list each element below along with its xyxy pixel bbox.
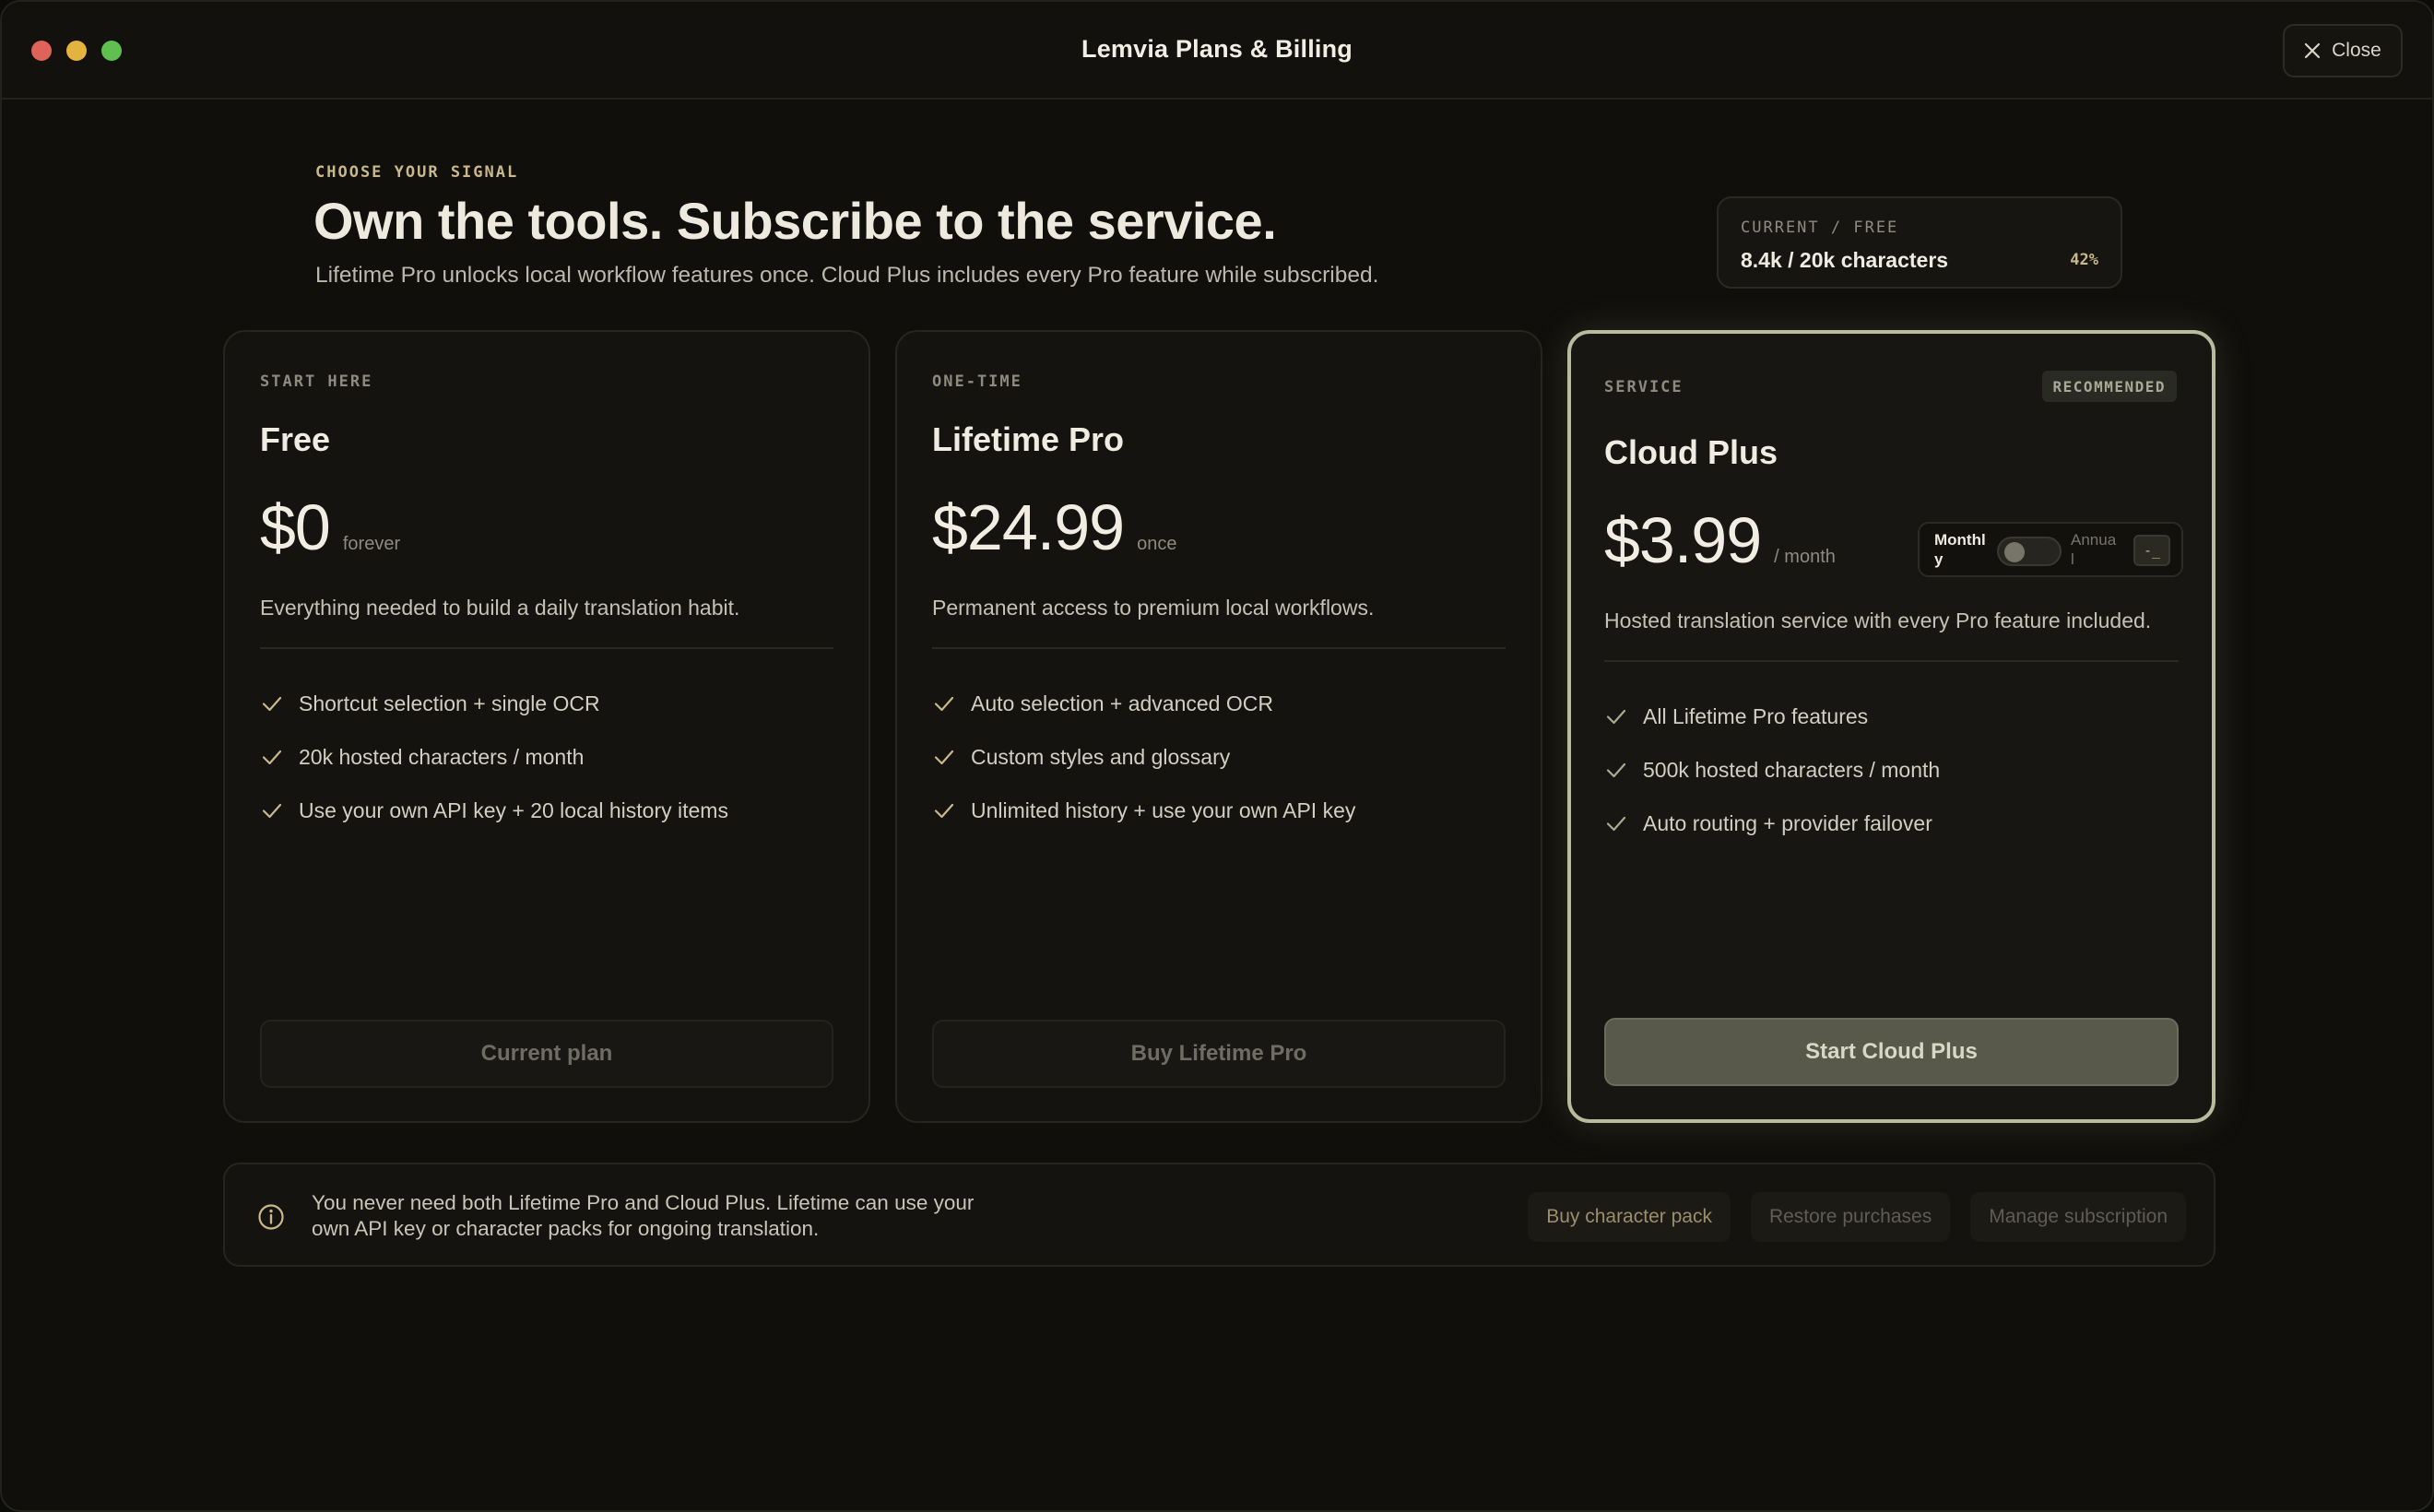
usage-percent: 42%	[2070, 251, 2098, 269]
toggle-label-monthly[interactable]: Monthly	[1934, 530, 1990, 569]
title-bar: Lemvia Plans & Billing Close	[2, 2, 2432, 100]
buy-lifetime-pro-button[interactable]: Buy Lifetime Pro	[932, 1020, 1506, 1088]
plan-period: once	[1137, 534, 1177, 554]
plan-eyebrow: SERVICE	[1604, 378, 1684, 396]
checkmark-icon	[1606, 709, 1626, 725]
checkmark-icon	[262, 803, 282, 819]
divider	[1604, 660, 2179, 662]
feature-label: All Lifetime Pro features	[1643, 703, 1869, 728]
plan-price: $3.99	[1604, 504, 1762, 576]
info-circle-icon	[258, 1204, 284, 1230]
billing-window: Lemvia Plans & Billing Close CHOOSE YOUR…	[0, 0, 2434, 1512]
feature-item: Auto routing + provider failover	[1604, 797, 1940, 850]
checkmark-icon	[934, 803, 954, 819]
plan-card-lifetime-pro: ONE-TIME Lifetime Pro $24.99 once Perman…	[895, 330, 1542, 1123]
restore-purchases-button[interactable]: Restore purchases	[1750, 1192, 1951, 1242]
footer-note-text: You never need both Lifetime Pro and Clo…	[312, 1191, 975, 1240]
checkmark-icon	[934, 696, 954, 712]
price-row: $0 forever	[260, 490, 400, 564]
plan-name: Lifetime Pro	[932, 420, 1125, 458]
toggle-label-annual[interactable]: Annual	[2071, 530, 2117, 569]
feature-item: Shortcut selection + single OCR	[260, 677, 728, 730]
plan-description: Permanent access to premium local workfl…	[932, 596, 1375, 620]
checkmark-icon	[1606, 762, 1626, 778]
price-row: $3.99 / month	[1604, 503, 1836, 577]
feature-item: Use your own API key + 20 local history …	[260, 784, 728, 837]
divider	[932, 647, 1506, 649]
recommended-badge: RECOMMENDED	[2041, 371, 2177, 402]
feature-label: 500k hosted characters / month	[1643, 757, 1941, 782]
plan-eyebrow: START HERE	[260, 372, 373, 391]
billing-toggle-switch[interactable]	[1997, 537, 2062, 566]
current-plan-button[interactable]: Current plan	[260, 1020, 833, 1088]
feature-list: Auto selection + advanced OCR Custom sty…	[932, 677, 1355, 837]
start-cloud-plus-button[interactable]: Start Cloud Plus	[1604, 1018, 2179, 1086]
plan-period: forever	[342, 534, 401, 554]
feature-label: Auto routing + provider failover	[1643, 810, 1932, 835]
close-button[interactable]: Close	[2283, 24, 2403, 77]
feature-list: All Lifetime Pro features 500k hosted ch…	[1604, 690, 1940, 850]
feature-item: Unlimited history + use your own API key	[932, 784, 1355, 837]
feature-item: Custom styles and glossary	[932, 730, 1355, 784]
feature-item: 500k hosted characters / month	[1604, 743, 1940, 797]
checkmark-icon	[262, 696, 282, 712]
footer-actions: Buy character pack Restore purchases Man…	[1528, 1192, 2186, 1242]
checkmark-icon	[1606, 816, 1626, 832]
checkmark-icon	[934, 750, 954, 765]
feature-label: 20k hosted characters / month	[299, 744, 585, 769]
buy-character-pack-button[interactable]: Buy character pack	[1528, 1192, 1731, 1242]
feature-list: Shortcut selection + single OCR 20k host…	[260, 677, 728, 837]
billing-period-toggle[interactable]: Monthly Annual -_	[1918, 522, 2183, 577]
price-row: $24.99 once	[932, 490, 1176, 564]
checkmark-icon	[262, 750, 282, 765]
feature-label: Custom styles and glossary	[971, 744, 1231, 769]
footer-note-bar: You never need both Lifetime Pro and Clo…	[223, 1163, 2215, 1267]
usage-value: 8.4k / 20k characters	[1741, 248, 1949, 272]
plan-card-cloud-plus: SERVICE RECOMMENDED Cloud Plus $3.99 / m…	[1567, 330, 2215, 1123]
close-button-label: Close	[2332, 40, 2381, 61]
manage-subscription-button[interactable]: Manage subscription	[1970, 1192, 2186, 1242]
section-eyebrow: CHOOSE YOUR SIGNAL	[315, 163, 519, 182]
plan-name: Cloud Plus	[1604, 433, 1778, 471]
plan-name: Free	[260, 420, 331, 458]
savings-chip: -_	[2133, 535, 2170, 566]
usage-summary: CURRENT / FREE 8.4k / 20k characters 42%	[1717, 196, 2122, 289]
toggle-knob	[2004, 542, 2025, 562]
plan-description: Everything needed to build a daily trans…	[260, 596, 740, 620]
feature-label: Auto selection + advanced OCR	[971, 691, 1273, 715]
feature-item: All Lifetime Pro features	[1604, 690, 1940, 743]
feature-label: Use your own API key + 20 local history …	[299, 797, 728, 822]
window-title: Lemvia Plans & Billing	[1081, 35, 1353, 63]
plan-card-free: START HERE Free $0 forever Everything ne…	[223, 330, 870, 1123]
x-icon	[2305, 42, 2321, 59]
plan-price: $0	[260, 491, 331, 563]
page-subline: Lifetime Pro unlocks local workflow feat…	[315, 263, 1379, 288]
divider	[260, 647, 833, 649]
page-headline: Own the tools. Subscribe to the service.	[313, 192, 1277, 250]
plan-period: / month	[1774, 547, 1836, 567]
feature-item: Auto selection + advanced OCR	[932, 677, 1355, 730]
plan-description: Hosted translation service with every Pr…	[1604, 608, 2152, 632]
plan-eyebrow: ONE-TIME	[932, 372, 1022, 391]
feature-label: Unlimited history + use your own API key	[971, 797, 1356, 822]
feature-item: 20k hosted characters / month	[260, 730, 728, 784]
plan-price: $24.99	[932, 491, 1125, 563]
usage-label: CURRENT / FREE	[1741, 219, 1899, 237]
feature-label: Shortcut selection + single OCR	[299, 691, 600, 715]
